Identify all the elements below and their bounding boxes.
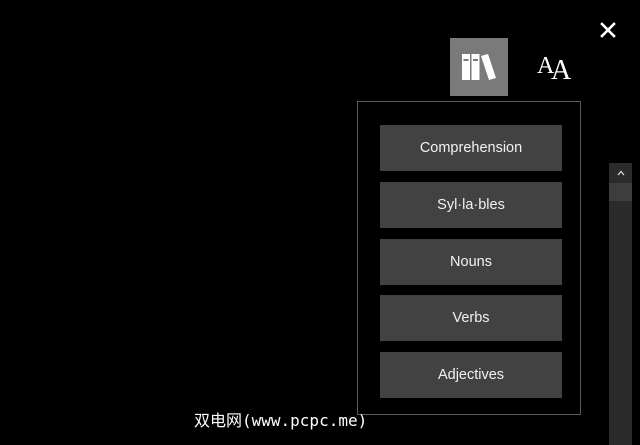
- verbs-option[interactable]: Verbs: [380, 295, 562, 341]
- comprehension-option[interactable]: Comprehension: [380, 125, 562, 171]
- text-options-button[interactable]: A A: [526, 38, 584, 96]
- nouns-option[interactable]: Nouns: [380, 239, 562, 285]
- grammar-options-button[interactable]: [450, 38, 508, 96]
- books-icon: [462, 54, 496, 80]
- scroll-up-button[interactable]: [609, 163, 632, 183]
- font-size-icon: A A: [537, 53, 572, 83]
- adjectives-option[interactable]: Adjectives: [380, 352, 562, 398]
- scroll-thumb[interactable]: [609, 183, 632, 201]
- close-icon: [600, 22, 616, 38]
- svg-text:A: A: [551, 55, 572, 83]
- syllables-option[interactable]: Syl·la·bles: [380, 182, 562, 228]
- grammar-options-panel: Comprehension Syl·la·bles Nouns Verbs Ad…: [357, 101, 581, 415]
- vertical-scrollbar[interactable]: [609, 163, 632, 445]
- close-button[interactable]: [596, 18, 620, 42]
- chevron-up-icon: [617, 170, 624, 176]
- watermark-text: 双电网(www.pcpc.me): [194, 411, 368, 430]
